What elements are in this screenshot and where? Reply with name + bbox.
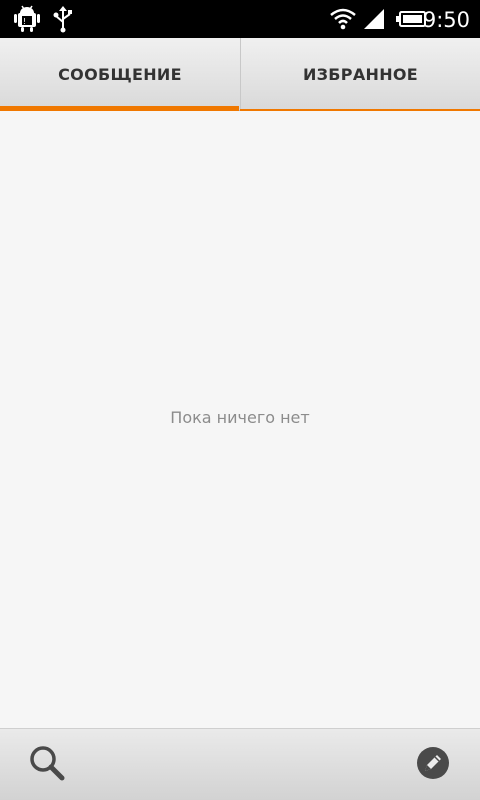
battery-icon	[396, 0, 426, 38]
status-time: 9:50	[422, 8, 470, 32]
message-list: Пока ничего нет	[0, 111, 480, 728]
tab-bar: СООБЩЕНИЕ ИЗБРАННОЕ	[0, 38, 480, 111]
search-button[interactable]	[7, 729, 87, 800]
tab-label: СООБЩЕНИЕ	[58, 64, 182, 84]
wifi-icon	[330, 0, 356, 38]
search-icon	[28, 744, 66, 786]
svg-text:!: !	[23, 17, 26, 26]
app-screen: ! 9:50 СООБЩЕНИЕ ИЗБРАННОЕ Пока ничего н…	[0, 0, 480, 800]
status-bar: ! 9:50	[0, 0, 480, 38]
usb-icon	[52, 0, 74, 38]
empty-state-text: Пока ничего нет	[170, 408, 310, 427]
compose-button[interactable]	[393, 729, 473, 800]
tab-messages[interactable]: СООБЩЕНИЕ	[0, 38, 240, 110]
bottom-action-bar	[0, 728, 480, 800]
signal-icon	[362, 0, 386, 38]
tab-favorites[interactable]: ИЗБРАННОЕ	[240, 38, 480, 110]
android-debug-icon: !	[14, 0, 40, 38]
tab-label: ИЗБРАННОЕ	[302, 64, 419, 84]
compose-icon	[415, 745, 451, 785]
